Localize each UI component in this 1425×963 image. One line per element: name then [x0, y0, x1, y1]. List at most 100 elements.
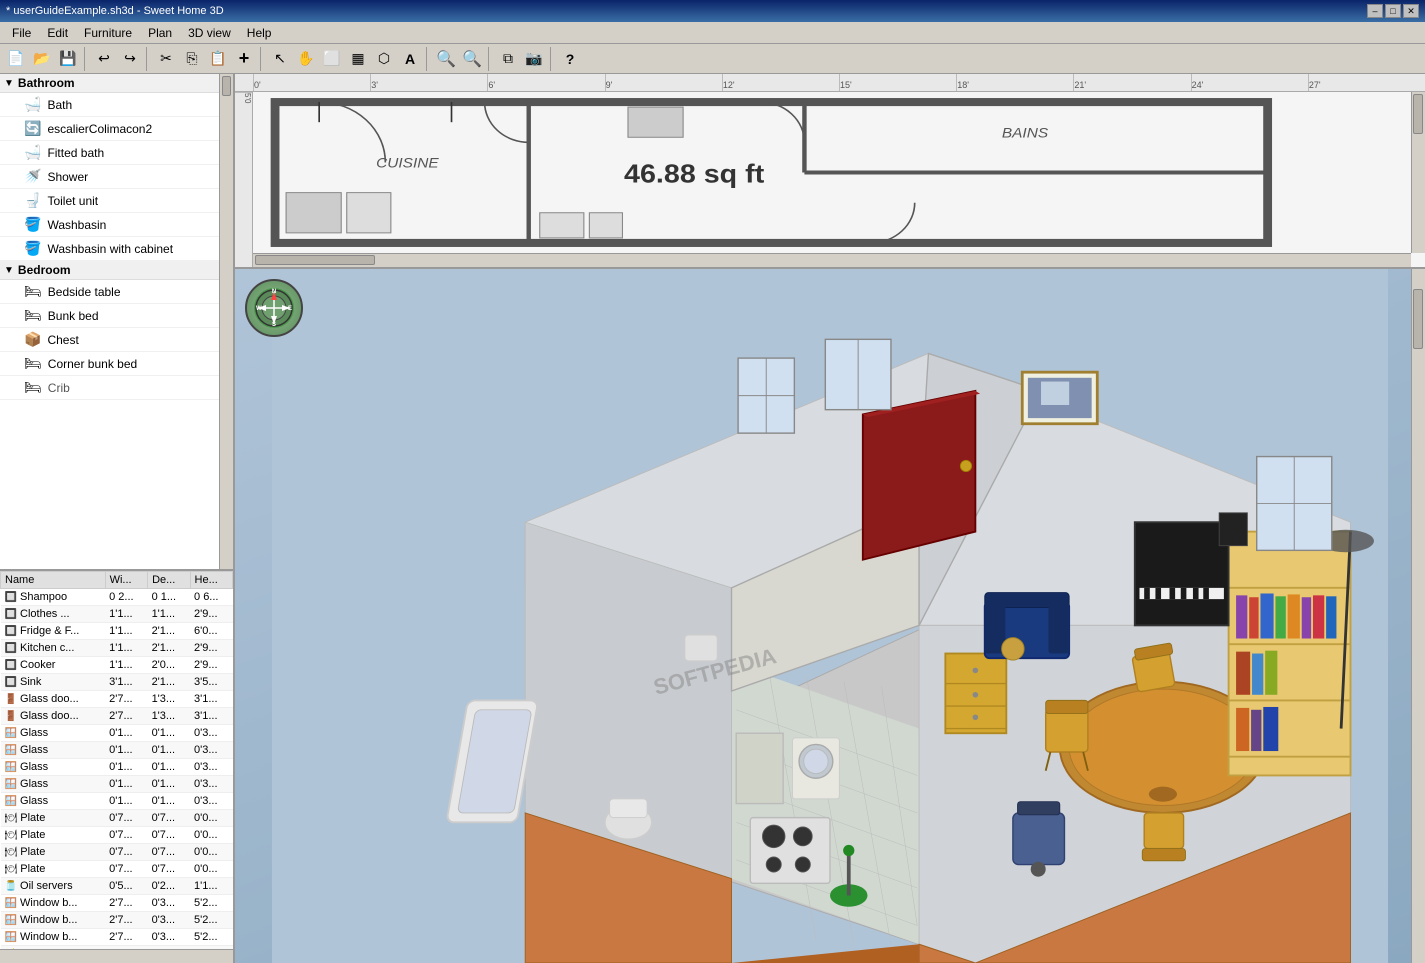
3d-vscroll[interactable] [1411, 269, 1425, 963]
tree-item-washbasin[interactable]: 🪣 Washbasin [0, 213, 219, 237]
maximize-button[interactable]: □ [1385, 4, 1401, 18]
table-row[interactable]: 🔲 Kitchen c... 1'1... 2'1... 2'9... [1, 640, 233, 657]
category-bathroom[interactable]: ▼ Bathroom [0, 74, 219, 93]
tree-item-toilet[interactable]: 🚽 Toilet unit [0, 189, 219, 213]
3d-view[interactable]: N S W E [235, 269, 1425, 963]
paste-button[interactable]: 📋 [206, 47, 230, 71]
tree-item-escalier[interactable]: 🔄 escalierColimacon2 [0, 117, 219, 141]
tree-item-corner-bunk[interactable]: 🛏 Corner bunk bed [0, 352, 219, 376]
col-width[interactable]: Wi... [105, 572, 147, 589]
plan-vscroll[interactable] [1411, 92, 1425, 253]
table-row[interactable]: 🔲 Shampoo 0 2... 0 1... 0 6... [1, 589, 233, 606]
table-row[interactable]: 🔲 Fridge & F... 1'1... 2'1... 6'0... [1, 623, 233, 640]
ruler-mark-24: 24' [1191, 74, 1308, 91]
save-button[interactable]: 💾 [56, 47, 80, 71]
chest-label: Chest [47, 333, 78, 347]
menu-help[interactable]: Help [239, 24, 280, 42]
plan-hscroll[interactable] [253, 253, 1411, 267]
table-row[interactable]: 🍽 Plate 0'7... 0'7... 0'0... [1, 861, 233, 878]
corner-bunk-icon: 🛏 [24, 355, 42, 372]
pan-button[interactable]: ✋ [294, 47, 318, 71]
table-row[interactable]: 🍽 Plate 0'7... 0'7... 0'0... [1, 827, 233, 844]
open-button[interactable]: 📂 [30, 47, 54, 71]
minimize-button[interactable]: – [1367, 4, 1383, 18]
shower-icon: 🚿 [24, 168, 41, 185]
create-walls-button[interactable]: ⬜ [320, 47, 344, 71]
redo-button[interactable]: ↪ [118, 47, 142, 71]
cell-width: 2'7... [105, 691, 147, 708]
crib-label: Crib [48, 381, 70, 395]
tree-item-shower[interactable]: 🚿 Shower [0, 165, 219, 189]
select-button[interactable]: ↖ [268, 47, 292, 71]
cell-depth: 0'2... [148, 878, 190, 895]
tree-item-crib[interactable]: 🛏 Crib [0, 376, 219, 400]
add-text-button[interactable]: A [398, 47, 422, 71]
table-row[interactable]: 🚪 Glass doo... 2'7... 1'3... 3'1... [1, 708, 233, 725]
table-row[interactable]: 🪟 Glass 0'1... 0'1... 0'3... [1, 759, 233, 776]
plan-canvas[interactable]: CUISINE 46.88 sq ft BAINS [253, 92, 1411, 253]
col-name[interactable]: Name [1, 572, 106, 589]
table-row[interactable]: 🔲 Sink 3'1... 2'1... 3'5... [1, 674, 233, 691]
row-icon: 🔲 [5, 626, 17, 637]
undo-button[interactable]: ↩ [92, 47, 116, 71]
row-icon: 🚪 [5, 711, 17, 722]
table-hscroll[interactable] [0, 949, 233, 963]
ruler-mark-21: 21' [1073, 74, 1190, 91]
table-row[interactable]: 🪟 Glass 0'1... 0'1... 0'3... [1, 776, 233, 793]
category-bathroom-label: Bathroom [18, 76, 75, 90]
table-row[interactable]: 🚪 Glass doo... 2'7... 1'3... 3'1... [1, 691, 233, 708]
table-row[interactable]: 🪟 Glass 0'1... 0'1... 0'3... [1, 742, 233, 759]
tree-item-bath[interactable]: 🛁 Bath [0, 93, 219, 117]
tree-item-washbasin-cabinet[interactable]: 🪣 Washbasin with cabinet [0, 237, 219, 261]
cell-height: 0'3... [190, 742, 232, 759]
cut-button[interactable]: ✂ [154, 47, 178, 71]
add-furniture-button[interactable]: + [232, 47, 256, 71]
table-row[interactable]: 🫙 Oil servers 0'5... 0'2... 1'1... [1, 878, 233, 895]
tree-item-chest[interactable]: 📦 Chest [0, 328, 219, 352]
copy-button[interactable]: ⎘ [180, 47, 204, 71]
tree-scrollbar[interactable] [219, 74, 233, 569]
zoom-in-button[interactable]: 🔍 [434, 47, 458, 71]
menu-edit[interactable]: Edit [39, 24, 76, 42]
category-bedroom[interactable]: ▼ Bedroom [0, 261, 219, 280]
table-row[interactable]: 🪟 Window b... 2'7... 0'3... 5'2... [1, 912, 233, 929]
cell-height: 5'2... [190, 895, 232, 912]
help-button[interactable]: ? [558, 47, 582, 71]
cell-width: 0'7... [105, 827, 147, 844]
cell-name: 🍽 Plate [1, 810, 106, 827]
cell-height: 6'0... [190, 623, 232, 640]
table-row[interactable]: 🪟 Glass 0'1... 0'1... 0'3... [1, 793, 233, 810]
table-row[interactable]: 🪟 Window b... 2'7... 0'3... 5'2... [1, 929, 233, 946]
col-height[interactable]: He... [190, 572, 232, 589]
table-row[interactable]: 🍽 Plate 0'7... 0'7... 0'0... [1, 810, 233, 827]
menu-furniture[interactable]: Furniture [76, 24, 140, 42]
plan-3d-button[interactable]: ⧉ [496, 47, 520, 71]
table-row[interactable]: 🪟 Window b... 2'7... 0'3... 5'2... [1, 895, 233, 912]
table-row[interactable]: 🍽 Plate 0'7... 0'7... 0'0... [1, 844, 233, 861]
cell-depth: 0'7... [148, 861, 190, 878]
triangle-bedroom: ▼ [4, 265, 14, 276]
menu-plan[interactable]: Plan [140, 24, 180, 42]
cell-depth: 1'3... [148, 708, 190, 725]
create-rooms-button[interactable]: ▦ [346, 47, 370, 71]
menu-file[interactable]: File [4, 24, 39, 42]
col-depth[interactable]: De... [148, 572, 190, 589]
tree-item-bedside[interactable]: 🛏 Bedside table [0, 280, 219, 304]
zoom-out-button[interactable]: 🔍 [460, 47, 484, 71]
tree-item-fitted-bath[interactable]: 🛁 Fitted bath [0, 141, 219, 165]
compass[interactable]: N S W E [245, 279, 303, 337]
create-polylines-button[interactable]: ⬡ [372, 47, 396, 71]
new-button[interactable]: 📄 [4, 47, 28, 71]
row-icon: 🔲 [5, 609, 17, 620]
table-row[interactable]: 🔲 Cooker 1'1... 2'0... 2'9... [1, 657, 233, 674]
compass-inner: N S W E [254, 288, 294, 328]
cell-depth: 2'0... [148, 657, 190, 674]
camera-button[interactable]: 📷 [522, 47, 546, 71]
close-button[interactable]: ✕ [1403, 4, 1419, 18]
row-icon: 🍽 [5, 830, 18, 841]
table-row[interactable]: 🔲 Clothes ... 1'1... 1'1... 2'9... [1, 606, 233, 623]
menu-3dview[interactable]: 3D view [180, 24, 239, 42]
tree-item-bunkbed[interactable]: 🛏 Bunk bed [0, 304, 219, 328]
cell-name: 🪟 Glass [1, 725, 106, 742]
table-row[interactable]: 🪟 Glass 0'1... 0'1... 0'3... [1, 725, 233, 742]
